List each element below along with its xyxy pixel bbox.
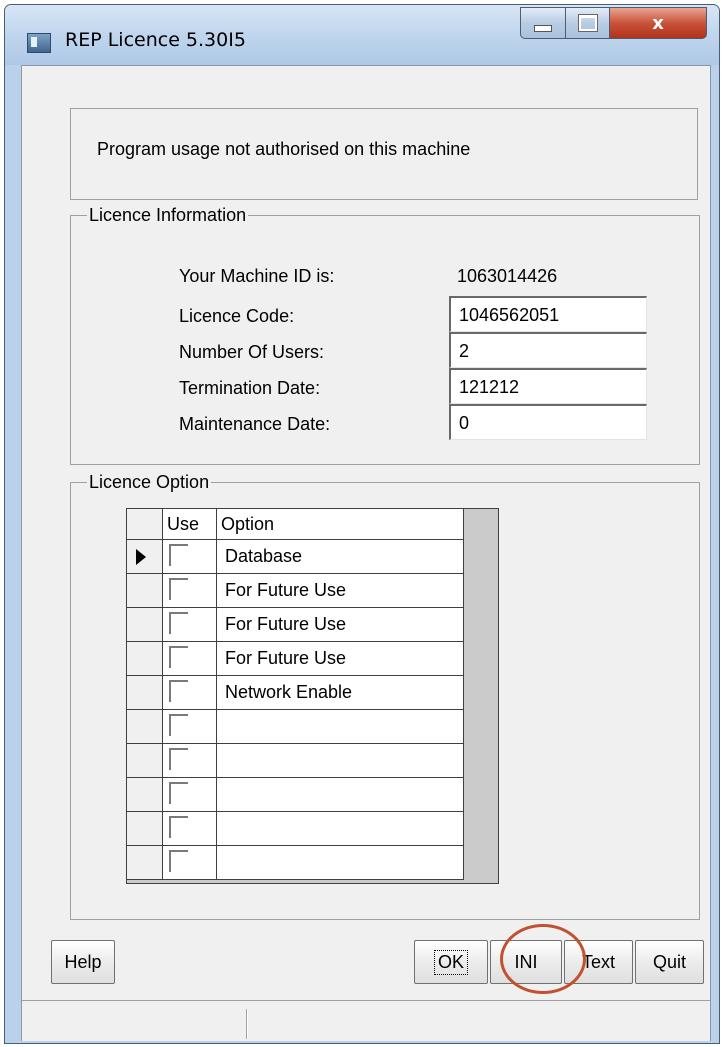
option-cell[interactable]: Network Enable (217, 676, 464, 709)
column-header-option[interactable]: Option (217, 509, 464, 539)
row-indicator (127, 744, 163, 777)
app-icon[interactable] (27, 33, 51, 53)
grid-header-indicator (127, 509, 163, 539)
table-row[interactable]: For Future Use (127, 642, 464, 676)
option-cell[interactable]: For Future Use (217, 574, 464, 607)
licence-information-group: Licence Information Your Machine ID is: … (70, 205, 700, 465)
grid-rows: Use Option Database For Future Use For Fut… (127, 509, 464, 880)
option-cell[interactable] (217, 846, 464, 879)
status-bar (22, 1000, 710, 1041)
ini-button[interactable]: INI (490, 940, 562, 984)
use-cell (163, 540, 217, 573)
users-field[interactable]: 2 (449, 332, 647, 368)
ok-button[interactable]: OK (414, 940, 488, 984)
current-row-pointer-icon (136, 549, 146, 565)
use-cell (163, 608, 217, 641)
licence-code-label: Licence Code: (179, 306, 295, 326)
table-row[interactable]: Network Enable (127, 676, 464, 710)
maximize-icon (577, 14, 598, 32)
ok-button-label: OK (433, 949, 468, 975)
use-cell (163, 710, 217, 743)
use-cell (163, 744, 217, 777)
table-row[interactable] (127, 812, 464, 846)
dialog-client-area: Program usage not authorised on this mac… (21, 65, 711, 1041)
maintenance-date-label: Maintenance Date: (179, 414, 331, 434)
column-header-use[interactable]: Use (163, 509, 217, 539)
table-row[interactable]: For Future Use (127, 574, 464, 608)
minimize-button[interactable] (520, 7, 566, 39)
status-bar-separator (246, 1009, 247, 1039)
licence-option-grid[interactable]: Use Option Database For Future Use For Fut… (126, 508, 499, 884)
table-row[interactable] (127, 846, 464, 880)
row-indicator (127, 846, 163, 879)
machine-id-label: Your Machine ID is: (179, 266, 335, 286)
close-icon: x (652, 12, 664, 34)
row-indicator (127, 676, 163, 709)
maintenance-date-field[interactable]: 0 (449, 404, 647, 440)
option-cell[interactable] (217, 812, 464, 845)
minimize-icon (534, 24, 552, 32)
option-cell[interactable]: Database (217, 540, 464, 573)
help-button[interactable]: Help (51, 940, 115, 984)
row-indicator (127, 608, 163, 641)
grid-header-row: Use Option (127, 509, 464, 540)
quit-button[interactable]: Quit (635, 940, 704, 984)
message-panel: Program usage not authorised on this mac… (70, 108, 698, 200)
use-cell (163, 676, 217, 709)
use-checkbox[interactable] (169, 782, 188, 804)
machine-id-value: 1063014426 (457, 266, 558, 286)
use-checkbox[interactable] (169, 748, 188, 770)
use-cell (163, 574, 217, 607)
licence-code-field[interactable]: 1046562051 (449, 296, 647, 332)
option-cell[interactable] (217, 744, 464, 777)
use-checkbox[interactable] (169, 578, 188, 600)
table-row[interactable] (127, 778, 464, 812)
use-checkbox[interactable] (169, 680, 188, 702)
row-indicator (127, 812, 163, 845)
users-label: Number Of Users: (179, 342, 325, 362)
option-cell[interactable] (217, 710, 464, 743)
maximize-button[interactable] (565, 7, 610, 39)
use-checkbox[interactable] (169, 544, 188, 566)
row-indicator (127, 540, 163, 573)
row-indicator (127, 574, 163, 607)
text-button[interactable]: Text (564, 940, 633, 984)
close-button[interactable]: x (609, 7, 707, 39)
table-row[interactable] (127, 710, 464, 744)
window-title: REP Licence 5.30I5 (65, 29, 246, 51)
use-checkbox[interactable] (169, 816, 188, 838)
row-indicator (127, 642, 163, 675)
grid-empty-area (464, 509, 498, 883)
option-cell[interactable] (217, 778, 464, 811)
title-bar[interactable]: REP Licence 5.30I5 x (5, 5, 719, 65)
use-cell (163, 642, 217, 675)
use-cell (163, 812, 217, 845)
use-checkbox[interactable] (169, 612, 188, 634)
licence-information-legend: Licence Information (89, 205, 247, 225)
row-indicator (127, 778, 163, 811)
option-cell[interactable]: For Future Use (217, 608, 464, 641)
licence-option-legend: Licence Option (89, 472, 210, 492)
use-checkbox[interactable] (169, 714, 188, 736)
use-cell (163, 846, 217, 879)
table-row[interactable]: For Future Use (127, 608, 464, 642)
row-indicator (127, 710, 163, 743)
status-message: Program usage not authorised on this mac… (97, 139, 471, 159)
licence-window: REP Licence 5.30I5 x Program usage not a… (4, 4, 720, 1044)
termination-date-field[interactable]: 121212 (449, 368, 647, 404)
table-row[interactable] (127, 744, 464, 778)
option-cell[interactable]: For Future Use (217, 642, 464, 675)
use-checkbox[interactable] (169, 850, 188, 872)
use-cell (163, 778, 217, 811)
termination-date-label: Termination Date: (179, 378, 321, 398)
use-checkbox[interactable] (169, 646, 188, 668)
table-row[interactable]: Database (127, 540, 464, 574)
